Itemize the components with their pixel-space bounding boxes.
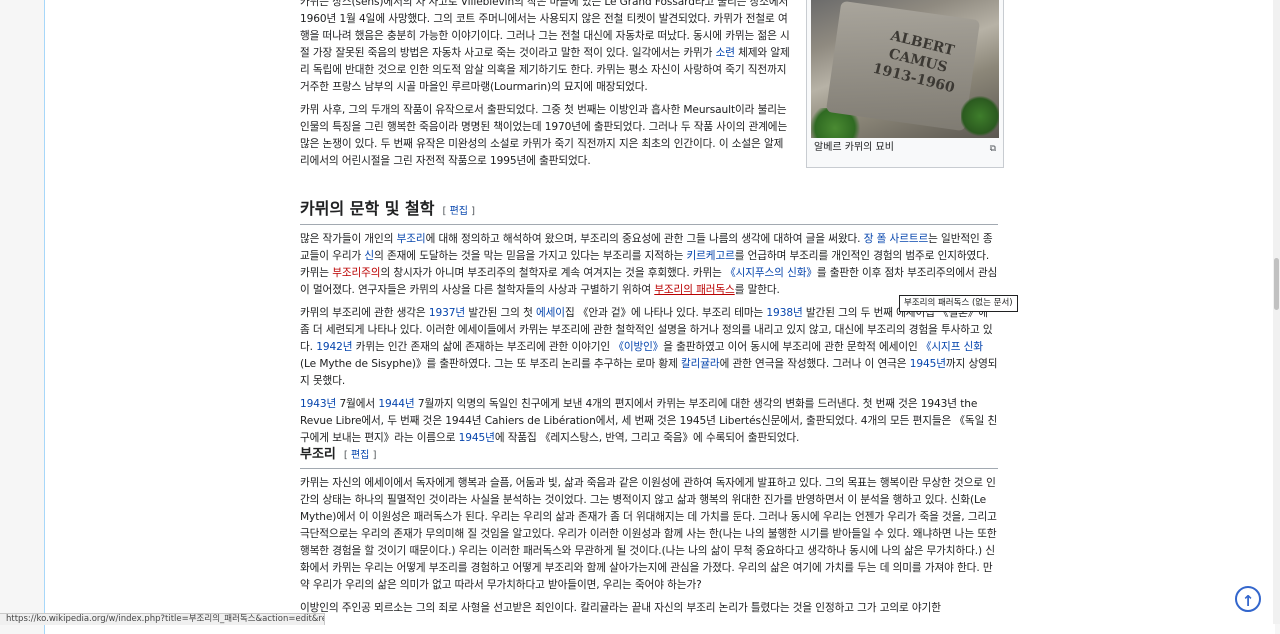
link-absurd[interactable]: 부조리 <box>397 233 426 245</box>
magnify-icon[interactable]: ⧉ <box>990 142 996 156</box>
text: 많은 작가들이 개인의 <box>300 233 397 245</box>
thumbnail: ALBERT CAMUS 1913-1960 알베르 카뮈의 묘비 ⧉ <box>806 0 1004 168</box>
section-heading-absurd: 부조리 [ 편집 ] <box>300 445 998 469</box>
edit-section: [ 편집 ] <box>344 450 377 461</box>
link-tooltip: 부조리의 패러독스 (없는 문서) <box>899 295 1018 312</box>
paragraph-posthumous: 카뮈 사후, 그의 두개의 작품이 유작으로서 출판되었다. 그중 첫 번째는 … <box>300 104 788 167</box>
link-sartre[interactable]: 장 폴 사르트르 <box>864 233 929 245</box>
text: (Le Mythe de Sisyphe)》를 출판하였다. 그는 또 부조리 … <box>300 358 681 370</box>
text: 의 창시자가 아니며 부조리주의 철학자로 계속 여겨지는 것을 후회했다. 카… <box>380 267 726 279</box>
paragraph-duality: 카뮈는 자신의 에세이에서 독자에게 행복과 슬픔, 어둠과 빛, 삶과 죽음과… <box>300 477 997 591</box>
bracket: ] <box>467 206 476 217</box>
edit-link[interactable]: 편집 <box>450 206 468 217</box>
paragraph-meursault: 이방인의 주인공 뫼르소는 그의 죄로 사형을 선고받은 죄인이다. 칼리귤라는… <box>300 602 941 614</box>
text: 카뮈는 인간 존재의 삶에 존재하는 부조리에 관한 이야기인 <box>352 341 614 353</box>
link-caligula[interactable]: 칼리귤라 <box>681 358 720 370</box>
bracket: ] <box>369 450 377 461</box>
text: 7월에서 <box>336 398 379 410</box>
link-1942[interactable]: 1942년 <box>316 341 352 353</box>
link-1943[interactable]: 1943년 <box>300 398 336 410</box>
text: 의 존재에 도달하는 것을 막는 믿음을 가지고 있다는 부조리를 지적하는 <box>374 250 687 262</box>
paragraph-absurd-writers: 많은 작가들이 개인의 부조리에 대해 정의하고 해석하여 왔으며, 부조리의 … <box>300 231 998 299</box>
text: 를 말한다. <box>734 284 780 296</box>
text: 에 작품집 《레지스탕스, 반역, 그리고 죽음》에 수록되어 출판되었다. <box>494 432 800 444</box>
edit-section: [ 편집 ] <box>442 206 475 217</box>
edit-link[interactable]: 편집 <box>351 450 369 461</box>
link-1937[interactable]: 1937년 <box>429 307 465 319</box>
section-heading-literature: 카뮈의 문학 및 철학 [ 편집 ] <box>300 199 998 225</box>
link-stranger[interactable]: 《이방인》 <box>613 341 663 353</box>
link-1944[interactable]: 1944년 <box>378 398 414 410</box>
plant-decoration <box>961 94 999 138</box>
text: 에 대해 정의하고 해석하여 왔으며, 부조리의 중요성에 관한 그들 나름의 … <box>425 233 864 245</box>
link-essay[interactable]: 에세이 <box>536 307 565 319</box>
section-absurd: 부조리 [ 편집 ] 카뮈는 자신의 에세이에서 독자에게 행복과 슬픔, 어둠과… <box>300 445 998 623</box>
link-god[interactable]: 신 <box>364 250 374 262</box>
link-sisyphus[interactable]: 《시지푸스의 신화》 <box>725 267 817 279</box>
heading-text: 부조리 <box>300 447 336 462</box>
link-1938[interactable]: 1938년 <box>766 307 802 319</box>
scrollbar-thumb[interactable] <box>1274 258 1279 310</box>
status-bar-url: https://ko.wikipedia.org/w/index.php?tit… <box>0 613 325 625</box>
paragraph-letters: 1943년 7월에서 1944년 7월까지 익명의 독일인 친구에게 보낸 4개… <box>300 396 998 447</box>
caption-text: 알베르 카뮈의 묘비 <box>814 142 894 153</box>
link-soviet[interactable]: 소련 <box>716 47 735 59</box>
heading-text: 카뮈의 문학 및 철학 <box>300 199 435 218</box>
bracket: [ <box>442 206 450 217</box>
paragraph-death: 카뮈는 상스(sens)에서의 차 사고로 Villeblevin의 작은 마을… <box>300 0 792 96</box>
redlink-absurdism[interactable]: 부조리주의 <box>332 267 380 279</box>
scroll-to-top-icon[interactable]: ↑ <box>1235 586 1261 612</box>
paragraph-absurd-essays: 카뮈의 부조리에 관한 생각은 1937년 발간된 그의 첫 에세이집 《안과 … <box>300 305 998 390</box>
bracket: [ <box>343 450 351 461</box>
link-myth-sisyphus[interactable]: 《시지프 신화 <box>921 341 983 353</box>
thumb-caption: 알베르 카뮈의 묘비 ⧉ <box>810 138 1000 158</box>
content-area: 카뮈는 상스(sens)에서의 차 사고로 Villeblevin의 작은 마을… <box>44 0 1275 634</box>
link-1945[interactable]: 1945년 <box>910 358 946 370</box>
redlink-paradox[interactable]: 부조리의 패러독스 <box>654 284 735 296</box>
text: 집 《안과 겉》에 나타나 있다. 부조리 테마는 <box>564 307 767 319</box>
link-1945[interactable]: 1945년 <box>459 432 495 444</box>
text: 발간된 그의 첫 <box>465 307 536 319</box>
page-scrollbar[interactable] <box>1273 0 1280 624</box>
text: 카뮈의 부조리에 관한 생각은 <box>300 307 429 319</box>
link-kierkegaard[interactable]: 키르케고르 <box>687 250 735 262</box>
camus-gravestone-image[interactable]: ALBERT CAMUS 1913-1960 <box>811 0 999 138</box>
text: 을 출판하였고 이어 동시에 부조리에 관한 문학적 에세이인 <box>663 341 921 353</box>
section-literature: 카뮈의 문학 및 철학 [ 편집 ] 많은 작가들이 개인의 부조리에 대해 정의… <box>300 199 998 453</box>
text: 에 관한 연극을 작성했다. 그러나 이 연극은 <box>719 358 910 370</box>
